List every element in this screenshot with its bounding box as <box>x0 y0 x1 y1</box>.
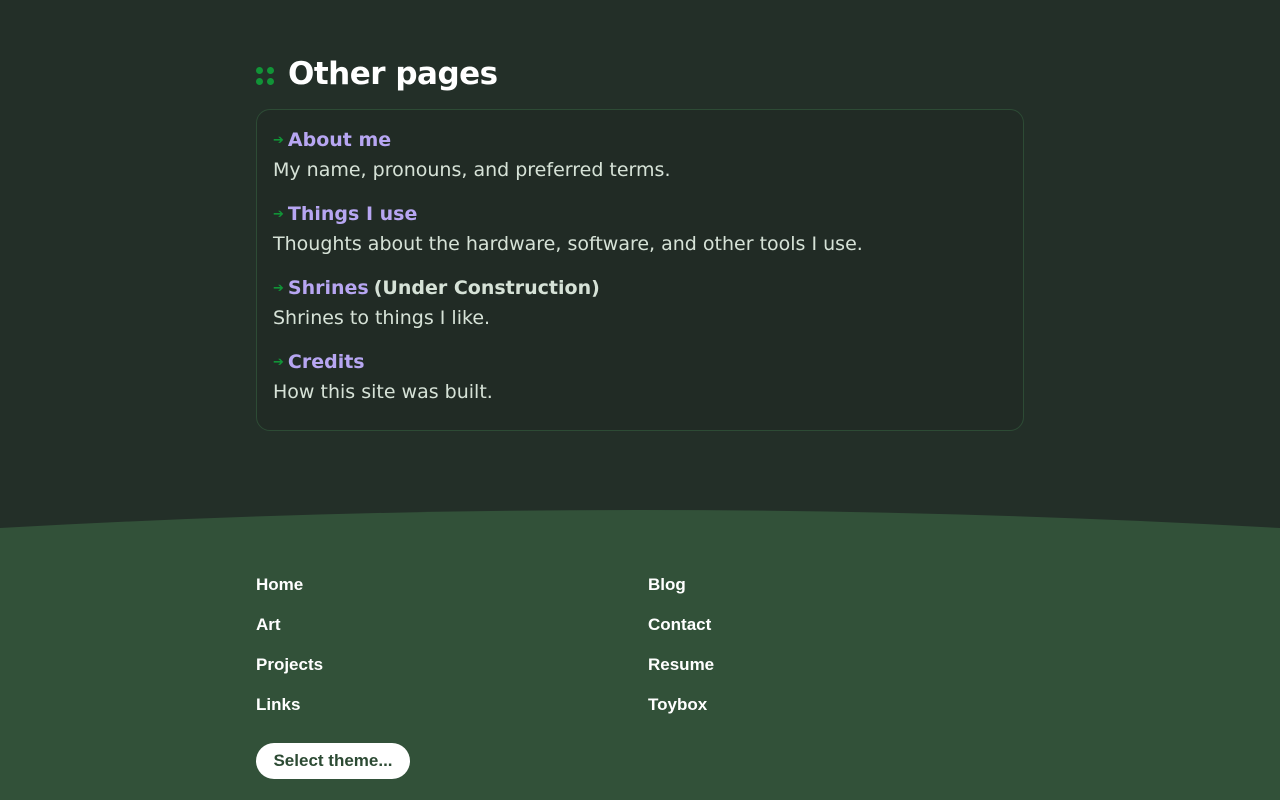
item-description: How this site was built. <box>273 381 493 403</box>
list-item: ➔ Credits How this site was built. <box>273 348 1007 408</box>
arrow-right-icon: ➔ <box>273 354 284 370</box>
footer-nav: Home Blog Art Contact Projects Resume Li… <box>256 574 1024 716</box>
list-item: ➔ Shrines (Under Construction) Shrines t… <box>273 274 1007 334</box>
footer-link-home[interactable]: Home <box>256 574 648 596</box>
footer-link-links[interactable]: Links <box>256 694 648 716</box>
item-description: My name, pronouns, and preferred terms. <box>273 159 671 181</box>
under-construction-label: (Under Construction) <box>373 277 600 299</box>
item-description: Shrines to things I like. <box>273 307 491 329</box>
arrow-right-icon: ➔ <box>273 132 284 148</box>
item-title-row: ➔ About me <box>273 126 1007 154</box>
about-me-link[interactable]: About me <box>288 129 391 151</box>
list-item: ➔ Things I use Thoughts about the hardwa… <box>273 200 1007 260</box>
list-item: ➔ About me My name, pronouns, and prefer… <box>273 126 1007 186</box>
select-theme-button[interactable]: Select theme... <box>256 743 410 779</box>
things-i-use-link[interactable]: Things I use <box>288 203 417 225</box>
site-footer: Home Blog Art Contact Projects Resume Li… <box>0 510 1280 800</box>
credits-link[interactable]: Credits <box>288 351 365 373</box>
main-content: Other pages ➔ About me My name, pronouns… <box>256 56 1024 431</box>
footer-link-contact[interactable]: Contact <box>648 614 1024 636</box>
footer-link-art[interactable]: Art <box>256 614 648 636</box>
arrow-right-icon: ➔ <box>273 206 284 222</box>
section-heading: Other pages <box>256 56 1024 92</box>
pages-card: ➔ About me My name, pronouns, and prefer… <box>256 109 1024 431</box>
item-description: Thoughts about the hardware, software, a… <box>273 233 863 255</box>
arrow-right-icon: ➔ <box>273 280 284 296</box>
item-title-row: ➔ Shrines (Under Construction) <box>273 274 1007 302</box>
footer-link-projects[interactable]: Projects <box>256 654 648 676</box>
shrines-link[interactable]: Shrines <box>288 277 369 299</box>
item-title-row: ➔ Credits <box>273 348 1007 376</box>
footer-link-blog[interactable]: Blog <box>648 574 1024 596</box>
footer-link-resume[interactable]: Resume <box>648 654 1024 676</box>
item-title-row: ➔ Things I use <box>273 200 1007 228</box>
footer-link-toybox[interactable]: Toybox <box>648 694 1024 716</box>
grip-dots-icon <box>256 66 274 85</box>
page-title: Other pages <box>288 56 498 92</box>
